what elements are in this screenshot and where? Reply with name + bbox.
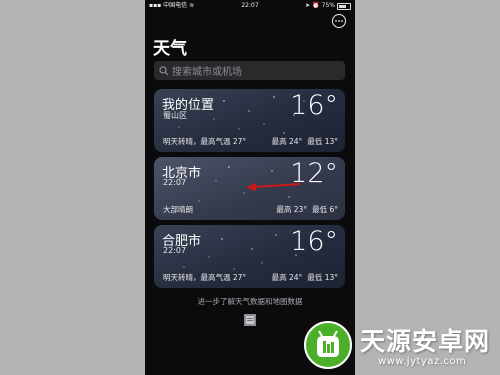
city-temperature: 16°	[290, 226, 338, 257]
watermark-logo-icon	[304, 321, 352, 369]
city-card-beijing[interactable]: 北京市 22:07 12° 大部晴朗 最高 23° 最低 6°	[154, 157, 345, 220]
low-temp: 最低 6°	[312, 205, 338, 214]
location-icon: ➤	[305, 2, 311, 9]
forecast-summary: 明天转晴，最高气温 27°	[163, 273, 247, 282]
search-icon	[159, 65, 169, 75]
battery-icon	[337, 2, 351, 10]
watermark-url: www.jytyaz.com	[378, 356, 467, 367]
high-temp: 最高 23°	[276, 205, 308, 214]
city-card-my-location[interactable]: 我的位置 蜀山区 16° 明天转晴，最高气温 27° 最高 24° 最低 13°	[154, 89, 345, 152]
status-bar: ▪▪▪ 中国电信 ≋ 22:07 ➤ ⏰ 75%	[145, 0, 355, 12]
status-right: ➤ ⏰ 75%	[305, 0, 351, 12]
city-temperature: 12°	[290, 158, 338, 189]
high-temp: 最高 24°	[271, 273, 303, 282]
high-low: 最高 24° 最低 13°	[272, 272, 338, 283]
high-low: 最高 24° 最低 13°	[272, 136, 338, 147]
page-title: 天气	[153, 39, 187, 59]
high-low: 最高 23° 最低 6°	[276, 204, 338, 215]
search-placeholder: 搜索城市或机场	[172, 67, 242, 78]
forecast-summary: 明天转晴，最高气温 27°	[163, 137, 247, 146]
site-watermark: 天源安卓网 www.jytyaz.com	[300, 316, 500, 375]
weather-channel-icon	[246, 316, 254, 324]
watermark-name: 天源安卓网	[360, 327, 491, 356]
weather-channel-logo[interactable]	[244, 314, 256, 326]
alarm-icon: ⏰	[312, 2, 320, 9]
city-temperature: 16°	[290, 90, 338, 121]
battery-percent: 75%	[321, 2, 335, 9]
search-input[interactable]: 搜索城市或机场	[154, 61, 345, 80]
low-temp: 最低 13°	[307, 137, 338, 146]
city-subtitle: 22:07	[163, 246, 187, 255]
low-temp: 最低 13°	[307, 273, 338, 282]
high-temp: 最高 24°	[271, 137, 303, 146]
ellipsis-icon	[335, 20, 343, 22]
city-subtitle: 蜀山区	[163, 111, 187, 120]
more-options-button[interactable]	[332, 14, 346, 28]
city-card-hefei[interactable]: 合肥市 22:07 16° 明天转晴，最高气温 27° 最高 24° 最低 13°	[154, 225, 345, 288]
city-subtitle: 22:07	[163, 178, 187, 187]
weather-data-link[interactable]: 进一步了解天气数据和地图数据	[145, 296, 355, 307]
forecast-summary: 大部晴朗	[163, 205, 193, 214]
